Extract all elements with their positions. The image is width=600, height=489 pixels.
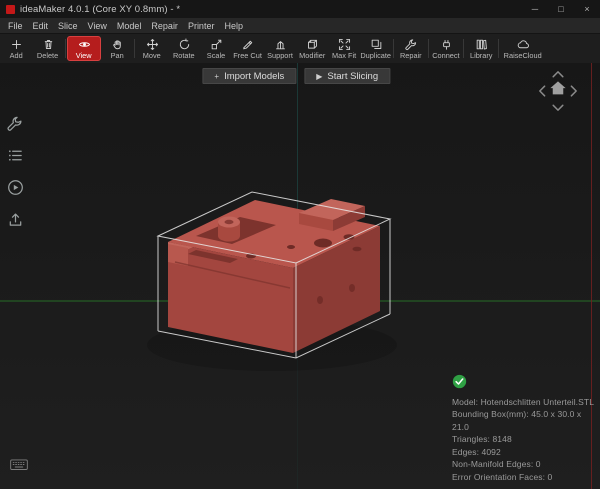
books-icon — [476, 39, 487, 49]
toolbar-separator — [65, 39, 66, 58]
toolbar-label: Support — [267, 50, 293, 60]
toolbar-button-connect[interactable]: Connect — [430, 34, 462, 63]
toolbar-label: Library — [469, 50, 493, 60]
toolbar-label: Move — [143, 50, 161, 60]
start-slicing-label: Start Slicing — [327, 70, 379, 82]
toolbar-label: Duplicate — [360, 50, 392, 60]
home-icon[interactable] — [550, 81, 566, 95]
toolbar-button-pan[interactable]: Pan — [101, 34, 133, 63]
toolbar-label: Repair — [400, 50, 422, 60]
menu-file[interactable]: File — [3, 21, 28, 31]
menu-model[interactable]: Model — [112, 21, 147, 31]
toolbar-label: Free Cut — [233, 50, 263, 60]
maximize-button[interactable]: □ — [548, 0, 574, 18]
compass-down-arrow[interactable] — [552, 104, 564, 111]
duplicate-icon — [371, 39, 381, 49]
support-icon — [275, 40, 285, 49]
menu-view[interactable]: View — [83, 21, 112, 31]
toolbar-label: Pan — [110, 50, 124, 60]
cube-icon — [307, 39, 317, 49]
cloud-icon — [517, 39, 529, 48]
toolbar-separator — [498, 39, 499, 58]
add-icon — [11, 39, 21, 49]
info-model-name: Model: Hotendschlitten Unterteil.STL — [452, 396, 595, 407]
keyboard-icon[interactable] — [9, 457, 29, 477]
list-icon[interactable] — [7, 147, 24, 164]
menu-bar: File Edit Slice View Model Repair Printe… — [0, 18, 600, 34]
toolbar-button-raisecloud[interactable]: RaiseCloud — [500, 34, 546, 63]
info-triangles: Triangles: 8148 — [452, 434, 512, 444]
compass-left-arrow[interactable] — [539, 85, 546, 97]
window-title: ideaMaker 4.0.1 (Core XY 0.8mm) - * — [20, 3, 181, 15]
minimize-button[interactable]: ─ — [522, 0, 548, 18]
viewport-actions: + Import Models ▶ Start Slicing — [202, 68, 391, 84]
menu-help[interactable]: Help — [219, 21, 248, 31]
toolbar-label: Delete — [37, 50, 59, 60]
info-non-manifold: Non-Manifold Edges: 0 — [452, 459, 541, 469]
toolbar-button-free-cut[interactable]: Free Cut — [232, 34, 264, 63]
toolbar-button-repair[interactable]: Repair — [395, 34, 427, 63]
model-info-panel: Model: Hotendschlitten Unterteil.STL Bou… — [452, 374, 600, 483]
plug-icon — [442, 39, 450, 50]
toolbar-label: Modifier — [298, 50, 326, 60]
close-button[interactable]: × — [574, 0, 600, 18]
app-icon — [6, 4, 15, 14]
toolbar-button-modifier[interactable]: Modifier — [296, 34, 328, 63]
wrench-icon — [404, 38, 416, 50]
info-error-faces: Error Orientation Faces: 0 — [452, 471, 553, 482]
toolbar-button-delete[interactable]: Delete — [32, 34, 64, 63]
toolbar-label: Connect — [432, 50, 460, 60]
info-bounding-box: Bounding Box(mm): 45.0 x 30.0 x 21.0 — [452, 409, 582, 432]
compass-right-arrow[interactable] — [570, 85, 577, 97]
check-icon — [452, 374, 600, 393]
menu-printer[interactable]: Printer — [183, 21, 220, 31]
toolbar-label: Rotate — [173, 50, 195, 60]
move-icon — [146, 38, 158, 50]
toolbar-button-view[interactable]: View — [67, 36, 101, 61]
menu-edit[interactable]: Edit — [28, 21, 54, 31]
import-models-button[interactable]: + Import Models — [202, 68, 297, 84]
settings-wrench-icon[interactable] — [7, 115, 24, 132]
toolbar-button-library[interactable]: Library — [465, 34, 497, 63]
toolbar-button-support[interactable]: Support — [264, 34, 296, 63]
knife-icon — [242, 40, 252, 49]
scale-icon — [211, 39, 221, 49]
info-edges: Edges: 4092 — [452, 446, 501, 457]
toolbar-separator — [428, 39, 429, 58]
menu-repair[interactable]: Repair — [146, 21, 183, 31]
toolbar-label: RaiseCloud — [503, 50, 543, 60]
view-compass[interactable] — [532, 69, 584, 118]
upload-icon[interactable] — [7, 211, 24, 228]
play-icon: ▶ — [316, 71, 323, 81]
delete-icon — [44, 39, 52, 49]
title-bar: ideaMaker 4.0.1 (Core XY 0.8mm) - * ─ □ … — [0, 0, 600, 18]
toolbar-button-max-fit[interactable]: Max Fit — [328, 34, 360, 63]
play-preview-icon[interactable] — [7, 179, 24, 196]
3d-viewport[interactable]: + Import Models ▶ Start Slicing Model: H… — [0, 63, 600, 489]
compass-up-arrow[interactable] — [552, 71, 564, 78]
import-models-label: Import Models — [224, 70, 285, 82]
eye-icon — [78, 41, 90, 47]
toolbar-button-duplicate[interactable]: Duplicate — [360, 34, 392, 63]
toolbar-button-add[interactable]: Add — [0, 34, 32, 63]
toolbar-separator — [463, 39, 464, 58]
toolbar-separator — [134, 39, 135, 58]
toolbar-separator — [393, 39, 394, 58]
left-tool-strip — [7, 115, 24, 228]
toolbar-label: Max Fit — [331, 50, 357, 60]
toolbar-button-rotate[interactable]: Rotate — [168, 34, 200, 63]
main-toolbar: Add Delete View Pan Move Rotate Scale Fr… — [0, 34, 600, 64]
plus-icon: + — [214, 71, 220, 81]
toolbar-button-scale[interactable]: Scale — [200, 34, 232, 63]
toolbar-button-move[interactable]: Move — [136, 34, 168, 63]
menu-slice[interactable]: Slice — [53, 21, 83, 31]
hand-icon — [112, 39, 121, 49]
start-slicing-button[interactable]: ▶ Start Slicing — [304, 68, 391, 84]
rotate-icon — [179, 38, 189, 49]
toolbar-label: View — [76, 50, 92, 60]
max-fit-icon — [338, 38, 350, 50]
toolbar-label: Scale — [206, 50, 226, 60]
toolbar-label: Add — [9, 50, 23, 60]
